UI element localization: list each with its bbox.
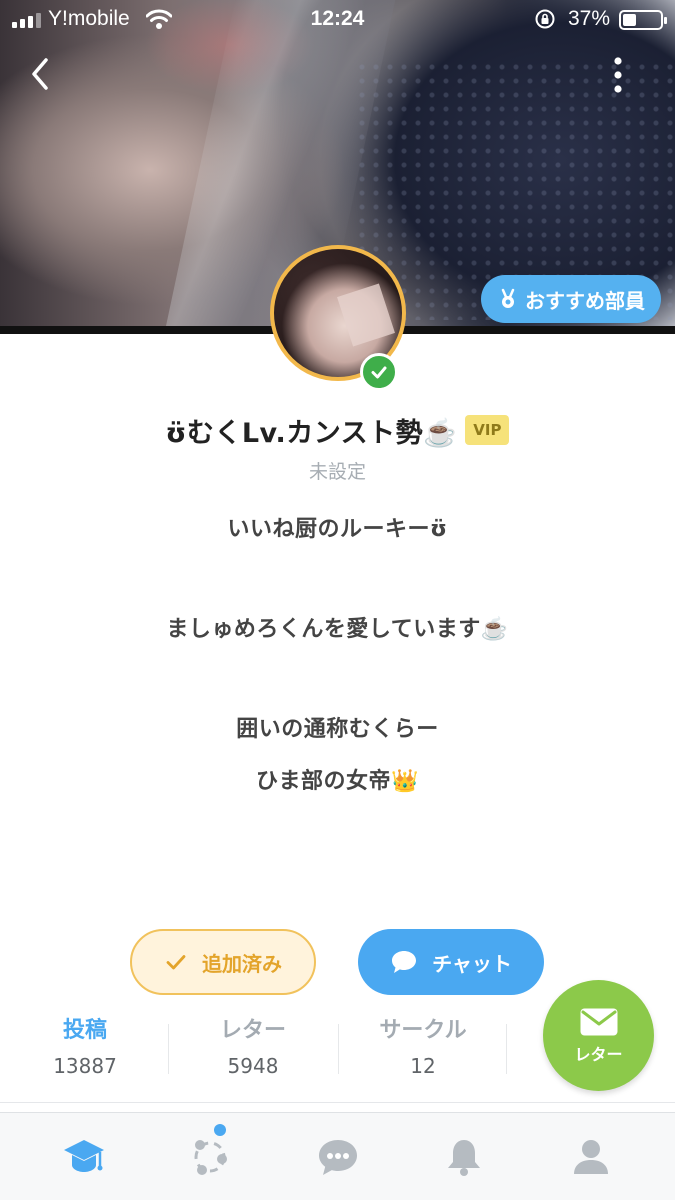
stat-value: 5948 [227,1054,279,1078]
profile-name: ʊ̈むくLv.カンスト勢☕️ [165,417,458,449]
chat-button[interactable]: チャット [358,929,544,995]
recommended-member-badge[interactable]: おすすめ部員 [481,275,661,323]
chat-button-label: チャット [432,951,512,976]
stat-label: 投稿 [62,1018,107,1043]
bell-icon [448,1140,480,1176]
vip-badge: VIP [465,415,510,445]
tab-notifications[interactable] [440,1135,488,1179]
speech-bubble-icon [392,951,417,973]
battery-icon [619,10,667,30]
more-options-button[interactable] [600,52,636,98]
letter-fab-button[interactable]: レター [543,980,654,1091]
tab-circles[interactable] [186,1135,234,1179]
chat-bubble-icon [319,1140,357,1175]
chevron-left-icon [32,58,48,90]
person-icon [574,1140,608,1174]
verified-check-icon [360,353,398,391]
rotation-lock-icon [534,8,556,36]
bio-line: いいね厨のルーキーʊ̈ [227,517,448,542]
profile-subtitle: 未設定 [308,461,366,483]
stat-label: サークル [379,1018,467,1043]
tab-home[interactable] [60,1135,108,1179]
stat-circles[interactable]: サークル 12 [338,1012,508,1078]
bio-line: ましゅめろくんを愛しています☕️ [166,617,509,642]
circle-network-icon [194,1140,227,1175]
back-button[interactable] [22,52,62,96]
bottom-tab-bar [0,1112,675,1200]
envelope-icon [580,1008,617,1035]
graduation-cap-icon [64,1140,104,1172]
notification-dot [214,1124,226,1136]
stat-value: 13887 [53,1054,117,1078]
divider [0,1102,675,1103]
check-icon [166,955,186,970]
tab-profile[interactable] [567,1135,615,1179]
stat-posts[interactable]: 投稿 13887 [0,1012,170,1078]
recommended-member-label: おすすめ部員 [525,288,645,313]
profile-name-row: ʊ̈むくLv.カンスト勢☕️ VIP [0,408,675,452]
status-bar: Y!mobile 12:24 37% [0,0,675,40]
divider [506,1024,507,1074]
tab-chat[interactable] [314,1135,362,1179]
vertical-ellipsis-icon [614,57,622,93]
stat-value: 12 [410,1054,436,1078]
added-button-label: 追加済み [202,951,282,976]
added-button[interactable]: 追加済み [130,929,316,995]
bio-line: 囲いの通称むくらー [236,717,439,742]
letter-fab-label: レター [574,1044,623,1064]
bio-line: ひま部の女帝👑 [256,769,419,794]
medal-icon [501,288,515,308]
stat-letters[interactable]: レター 5948 [168,1012,338,1078]
battery-percent: 37% [568,7,611,30]
stat-label: レター [219,1018,286,1043]
